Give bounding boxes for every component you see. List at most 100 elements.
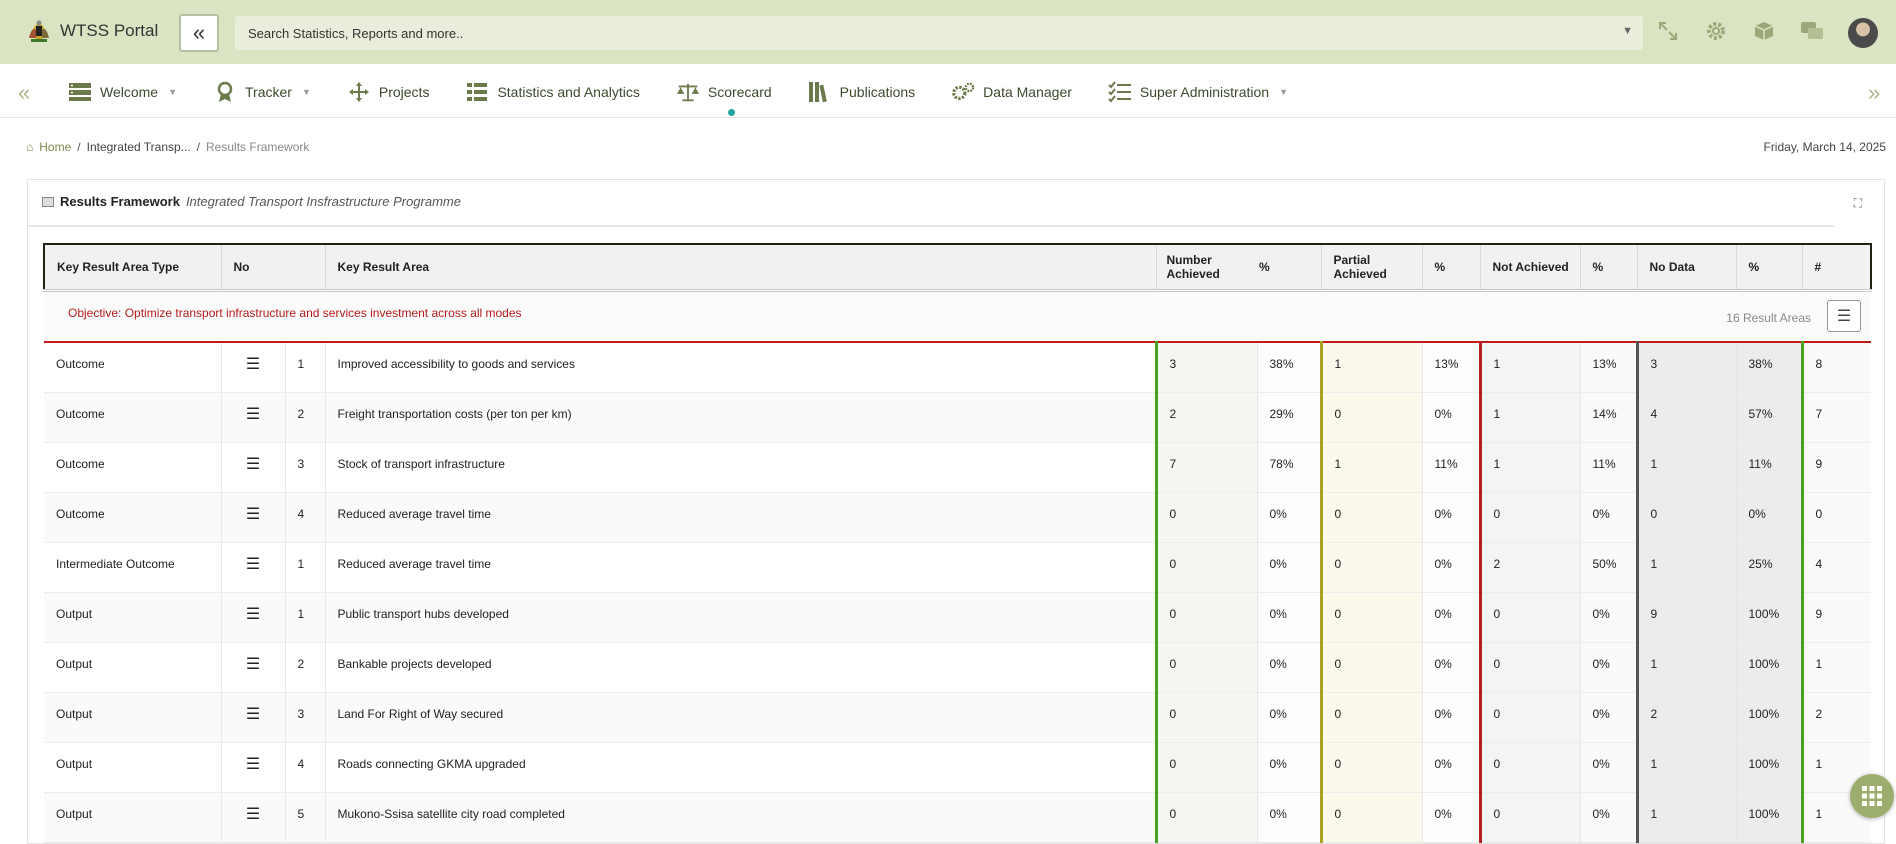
drag-handle-icon[interactable]: ☰ xyxy=(220,792,285,843)
objective-menu-button[interactable]: ☰ xyxy=(1827,299,1861,332)
header-total[interactable]: # xyxy=(1802,243,1872,292)
current-date: Friday, March 14, 2025 xyxy=(1763,140,1886,154)
menu-publications[interactable]: Publications xyxy=(808,78,915,106)
cell-no: 2 xyxy=(284,392,325,443)
drag-handle-icon[interactable]: ☰ xyxy=(220,542,285,593)
table-row[interactable]: Output ☰ 4 Roads connecting GKMA upgraded 0 0… xyxy=(44,742,1871,793)
scroll-left-icon[interactable]: « xyxy=(18,80,30,106)
table-row[interactable]: Output ☰ 5 Mukono-Ssisa satellite city road… xyxy=(44,792,1871,843)
menu-data-manager[interactable]: Data Manager xyxy=(951,78,1072,106)
drag-handle-icon[interactable]: ☰ xyxy=(220,492,285,543)
menu-scorecard[interactable]: Scorecard xyxy=(676,78,772,116)
drag-handle-icon[interactable]: ☰ xyxy=(220,642,285,693)
award-icon xyxy=(213,81,237,103)
chevron-down-icon: ▼ xyxy=(301,87,311,97)
drag-handle-icon[interactable]: ☰ xyxy=(220,442,285,493)
cell-type: Outcome xyxy=(44,492,221,543)
chevron-down-icon: ▼ xyxy=(168,87,178,97)
header-achieved-pct[interactable]: % xyxy=(1257,243,1322,292)
cell-area: Reduced average travel time xyxy=(324,542,1156,593)
table-row[interactable]: Outcome ☰ 2 Freight transportation costs (p… xyxy=(44,392,1871,443)
drag-handle-icon[interactable]: ☰ xyxy=(220,692,285,743)
list-icon xyxy=(465,81,489,103)
cell-par: 0 xyxy=(1319,792,1422,843)
chat-icon[interactable] xyxy=(1799,18,1825,44)
collapse-sidebar-button[interactable]: « xyxy=(179,14,219,52)
menu-super-administration[interactable]: Super Administration ▼ xyxy=(1108,78,1288,106)
drag-handle-icon[interactable]: ☰ xyxy=(220,342,285,393)
cell-no: 3 xyxy=(284,442,325,493)
cell-nod: 9 xyxy=(1635,592,1736,643)
cell-nod-pct: 100% xyxy=(1735,742,1802,793)
table-row[interactable]: Output ☰ 3 Land For Right of Way secured 0 0%… xyxy=(44,692,1871,743)
drag-handle-icon[interactable]: ☰ xyxy=(220,592,285,643)
header-no[interactable]: No xyxy=(221,243,326,292)
move-arrows-icon xyxy=(347,81,371,103)
cell-type: Outcome xyxy=(44,392,221,443)
cell-type: Outcome xyxy=(44,442,221,493)
cell-not-pct: 14% xyxy=(1579,392,1637,443)
table-row[interactable]: Output ☰ 1 Public transport hubs developed 0… xyxy=(44,592,1871,643)
breadcrumb-programme[interactable]: Integrated Transp... xyxy=(87,140,191,154)
table-row[interactable]: Intermediate Outcome ☰ 1 Reduced average tr… xyxy=(44,542,1871,593)
cell-nod: 1 xyxy=(1635,742,1736,793)
header-not-pct[interactable]: % xyxy=(1580,243,1638,292)
header-no-data[interactable]: No Data xyxy=(1637,243,1737,292)
cell-not: 0 xyxy=(1478,742,1580,793)
apps-grid-button[interactable] xyxy=(1850,774,1894,818)
table-row[interactable]: Output ☰ 2 Bankable projects developed 0 0% 0 0… xyxy=(44,642,1871,693)
top-header: WTSS Portal « ▼ xyxy=(0,0,1896,64)
cell-not-pct: 0% xyxy=(1579,692,1637,743)
menu-projects[interactable]: Projects xyxy=(347,78,429,106)
header-nodata-pct[interactable]: % xyxy=(1736,243,1803,292)
cell-area: Roads connecting GKMA upgraded xyxy=(324,742,1156,793)
header-partial-pct[interactable]: % xyxy=(1422,243,1481,292)
menu-tracker[interactable]: Tracker ▼ xyxy=(213,78,311,106)
cell-not: 0 xyxy=(1478,592,1580,643)
cell-no: 4 xyxy=(284,492,325,543)
scroll-right-icon[interactable]: » xyxy=(1868,80,1880,106)
fullscreen-icon[interactable] xyxy=(1655,18,1681,44)
header-number-achieved[interactable]: Number Achieved xyxy=(1156,243,1257,292)
table-row[interactable]: Outcome ☰ 3 Stock of transport infrastructu… xyxy=(44,442,1871,493)
gear-icon[interactable] xyxy=(1703,18,1729,44)
cell-ach-pct: 0% xyxy=(1256,592,1321,643)
cell-not-pct: 0% xyxy=(1579,742,1637,793)
caret-down-icon[interactable]: ▼ xyxy=(1622,25,1633,37)
expand-icon[interactable]: ⛶ xyxy=(1854,196,1862,211)
cell-not: 1 xyxy=(1478,392,1580,443)
cell-par-pct: 0% xyxy=(1421,692,1480,743)
card-title: Results Framework xyxy=(60,194,180,209)
menu-statistics[interactable]: Statistics and Analytics xyxy=(465,78,640,106)
menu-welcome[interactable]: Welcome ▼ xyxy=(68,78,177,106)
cube-icon[interactable] xyxy=(1751,18,1777,44)
cell-not: 0 xyxy=(1478,642,1580,693)
cell-area: Land For Right of Way secured xyxy=(324,692,1156,743)
cell-par-pct: 0% xyxy=(1421,592,1480,643)
cell-par: 0 xyxy=(1319,542,1422,593)
header-kra-type[interactable]: Key Result Area Type xyxy=(43,243,222,292)
search-bar[interactable]: ▼ xyxy=(235,16,1643,50)
drag-handle-icon[interactable]: ☰ xyxy=(220,392,285,443)
search-input[interactable] xyxy=(248,25,1608,41)
cell-par-pct: 0% xyxy=(1421,742,1480,793)
cell-par: 0 xyxy=(1319,592,1422,643)
header-partial-achieved[interactable]: Partial Achieved xyxy=(1321,243,1423,292)
header-not-achieved[interactable]: Not Achieved xyxy=(1480,243,1581,292)
objective-text: Objective: Optimize transport infrastruc… xyxy=(68,305,522,320)
user-avatar[interactable] xyxy=(1848,18,1878,48)
table-row[interactable]: Outcome ☰ 4 Reduced average travel time 0 0% 0… xyxy=(44,492,1871,543)
cell-par-pct: 0% xyxy=(1421,642,1480,693)
brand[interactable]: WTSS Portal xyxy=(26,18,158,44)
cell-type: Output xyxy=(44,692,221,743)
cell-not-pct: 0% xyxy=(1579,592,1637,643)
cell-nod: 1 xyxy=(1635,642,1736,693)
cell-area: Reduced average travel time xyxy=(324,492,1156,543)
double-chevron-left-icon: « xyxy=(192,20,206,45)
drag-handle-icon[interactable]: ☰ xyxy=(220,742,285,793)
header-kra[interactable]: Key Result Area xyxy=(325,243,1157,292)
breadcrumb-home[interactable]: Home xyxy=(39,140,71,154)
cell-nod: 3 xyxy=(1635,342,1736,393)
cell-no: 1 xyxy=(284,542,325,593)
table-row[interactable]: Outcome ☰ 1 Improved accessibility to goods… xyxy=(44,342,1871,393)
